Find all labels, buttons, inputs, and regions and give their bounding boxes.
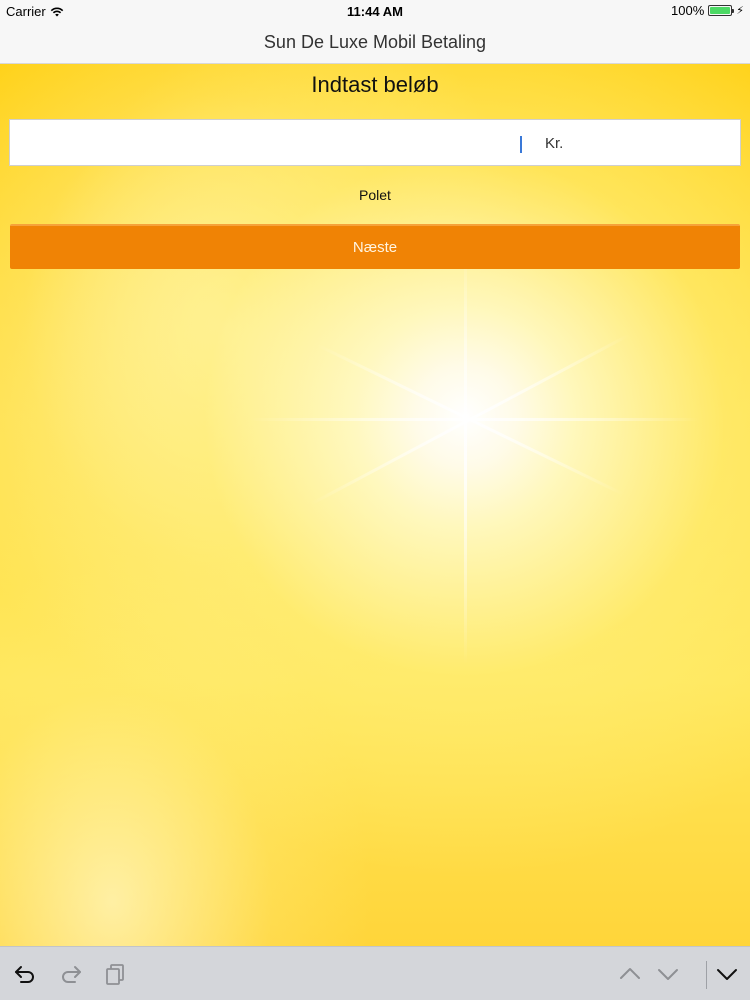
battery-percentage: 100% <box>671 3 705 18</box>
chevron-down-icon[interactable] <box>655 961 681 987</box>
polet-label: Polet <box>359 187 391 203</box>
charging-bolt-icon: ⚡ <box>736 5 744 17</box>
toolbar-divider <box>706 961 707 989</box>
paste-icon[interactable] <box>102 961 128 987</box>
battery-status: 100% ⚡ <box>671 3 744 18</box>
sunburst-ray <box>464 244 467 664</box>
battery-icon <box>708 5 735 16</box>
navigation-bar: Sun De Luxe Mobil Betaling <box>0 22 750 64</box>
main-content: Indtast beløb Kr. Polet Næste <box>0 64 750 946</box>
clock: 11:44 AM <box>347 4 403 19</box>
status-bar: Carrier 11:44 AM 100% ⚡ <box>0 0 750 22</box>
chevron-up-icon[interactable] <box>617 961 643 987</box>
amount-input[interactable]: Kr. <box>9 119 741 166</box>
text-cursor <box>520 136 522 153</box>
app-title: Sun De Luxe Mobil Betaling <box>263 32 487 52</box>
next-button[interactable]: Næste <box>10 224 740 269</box>
page-heading: Indtast beløb <box>311 72 439 97</box>
redo-icon[interactable] <box>58 961 84 987</box>
currency-suffix: Kr. <box>545 135 564 152</box>
undo-icon[interactable] <box>12 961 38 987</box>
keyboard-dismiss-icon[interactable] <box>714 961 740 987</box>
keyboard-toolbar <box>0 946 750 1000</box>
